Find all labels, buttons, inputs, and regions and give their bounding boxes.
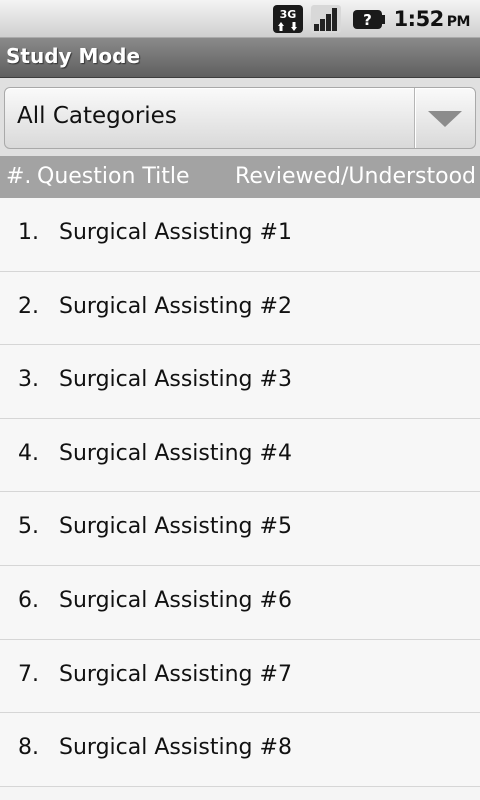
question-title: Surgical Assisting #7 (59, 661, 292, 687)
question-number: 2. (18, 293, 39, 319)
column-number-label: #. (6, 164, 32, 189)
question-title: Surgical Assisting #4 (59, 440, 292, 466)
network-type-label: 3G (279, 8, 296, 21)
question-number: 4. (18, 440, 39, 466)
question-title: Surgical Assisting #6 (59, 587, 292, 613)
3g-data-icon: 3G (272, 5, 303, 33)
question-title: Surgical Assisting #8 (59, 735, 292, 761)
spinner-divider (414, 88, 415, 148)
status-bar: 3G ? 1:52 PM (0, 0, 480, 38)
column-header: #. Question Title Reviewed/Understood (0, 156, 480, 198)
question-number: 7. (18, 661, 39, 687)
question-row[interactable]: 4. Surgical Assisting #4 (0, 418, 480, 493)
question-row[interactable]: 2. Surgical Assisting #2 (0, 271, 480, 346)
question-row[interactable]: 3. Surgical Assisting #3 (0, 345, 480, 419)
column-reviewed-label: Reviewed/Understood (235, 164, 476, 189)
question-title: Surgical Assisting #1 (59, 220, 292, 245)
clock: 1:52 PM (393, 7, 471, 31)
dropdown-arrow-icon[interactable] (427, 110, 463, 128)
signal-strength-icon (310, 5, 341, 33)
question-number: 3. (18, 367, 39, 393)
question-row[interactable]: 8. Surgical Assisting #8 (0, 713, 480, 787)
question-number: 5. (18, 514, 39, 540)
clock-time: 1:52 (393, 7, 445, 31)
status-icons: 3G ? 1:52 PM (272, 4, 471, 34)
page-title: Study Mode (6, 44, 141, 68)
column-title-label: Question Title (37, 164, 190, 189)
svg-text:?: ? (363, 11, 372, 29)
question-number: 1. (18, 220, 39, 245)
battery-unknown-icon: ? (352, 10, 385, 29)
category-spinner[interactable]: All Categories (4, 87, 476, 149)
question-title: Surgical Assisting #3 (59, 367, 292, 393)
question-row[interactable]: 7. Surgical Assisting #7 (0, 639, 480, 714)
title-bar: Study Mode (0, 38, 480, 78)
question-row[interactable]: 6. Surgical Assisting #6 (0, 565, 480, 640)
question-list: 1. Surgical Assisting #1 2. Surgical Ass… (0, 198, 480, 787)
question-number: 6. (18, 587, 39, 613)
question-row[interactable]: 5. Surgical Assisting #5 (0, 492, 480, 566)
category-selected-value: All Categories (17, 103, 177, 129)
question-row[interactable]: 1. Surgical Assisting #1 (0, 198, 480, 272)
question-title: Surgical Assisting #5 (59, 514, 292, 540)
question-number: 8. (18, 735, 39, 761)
category-filter-area: All Categories (0, 78, 480, 156)
clock-ampm: PM (446, 14, 471, 30)
question-title: Surgical Assisting #2 (59, 293, 292, 319)
